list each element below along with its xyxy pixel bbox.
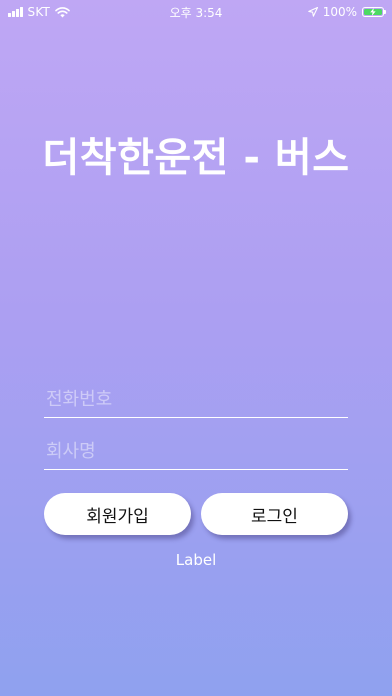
phone-input[interactable] bbox=[44, 382, 348, 417]
company-field bbox=[44, 434, 348, 470]
charging-bolt-icon bbox=[370, 7, 376, 16]
phone-field bbox=[44, 382, 348, 418]
location-arrow-icon bbox=[307, 6, 318, 17]
status-bar: SKT 오후 3:54 100% bbox=[0, 0, 392, 24]
login-button-label: 로그인 bbox=[251, 506, 298, 527]
login-button[interactable]: 로그인 bbox=[201, 493, 348, 535]
battery-percent: 100% bbox=[322, 4, 357, 19]
app-title: 더착한운전 - 버스 bbox=[42, 135, 350, 181]
status-label: Label bbox=[175, 551, 217, 569]
signup-button[interactable]: 회원가입 bbox=[44, 493, 191, 535]
battery-charging-icon bbox=[362, 6, 386, 17]
signup-button-label: 회원가입 bbox=[86, 506, 149, 527]
company-input[interactable] bbox=[44, 434, 348, 469]
status-right: 100% bbox=[307, 4, 386, 19]
